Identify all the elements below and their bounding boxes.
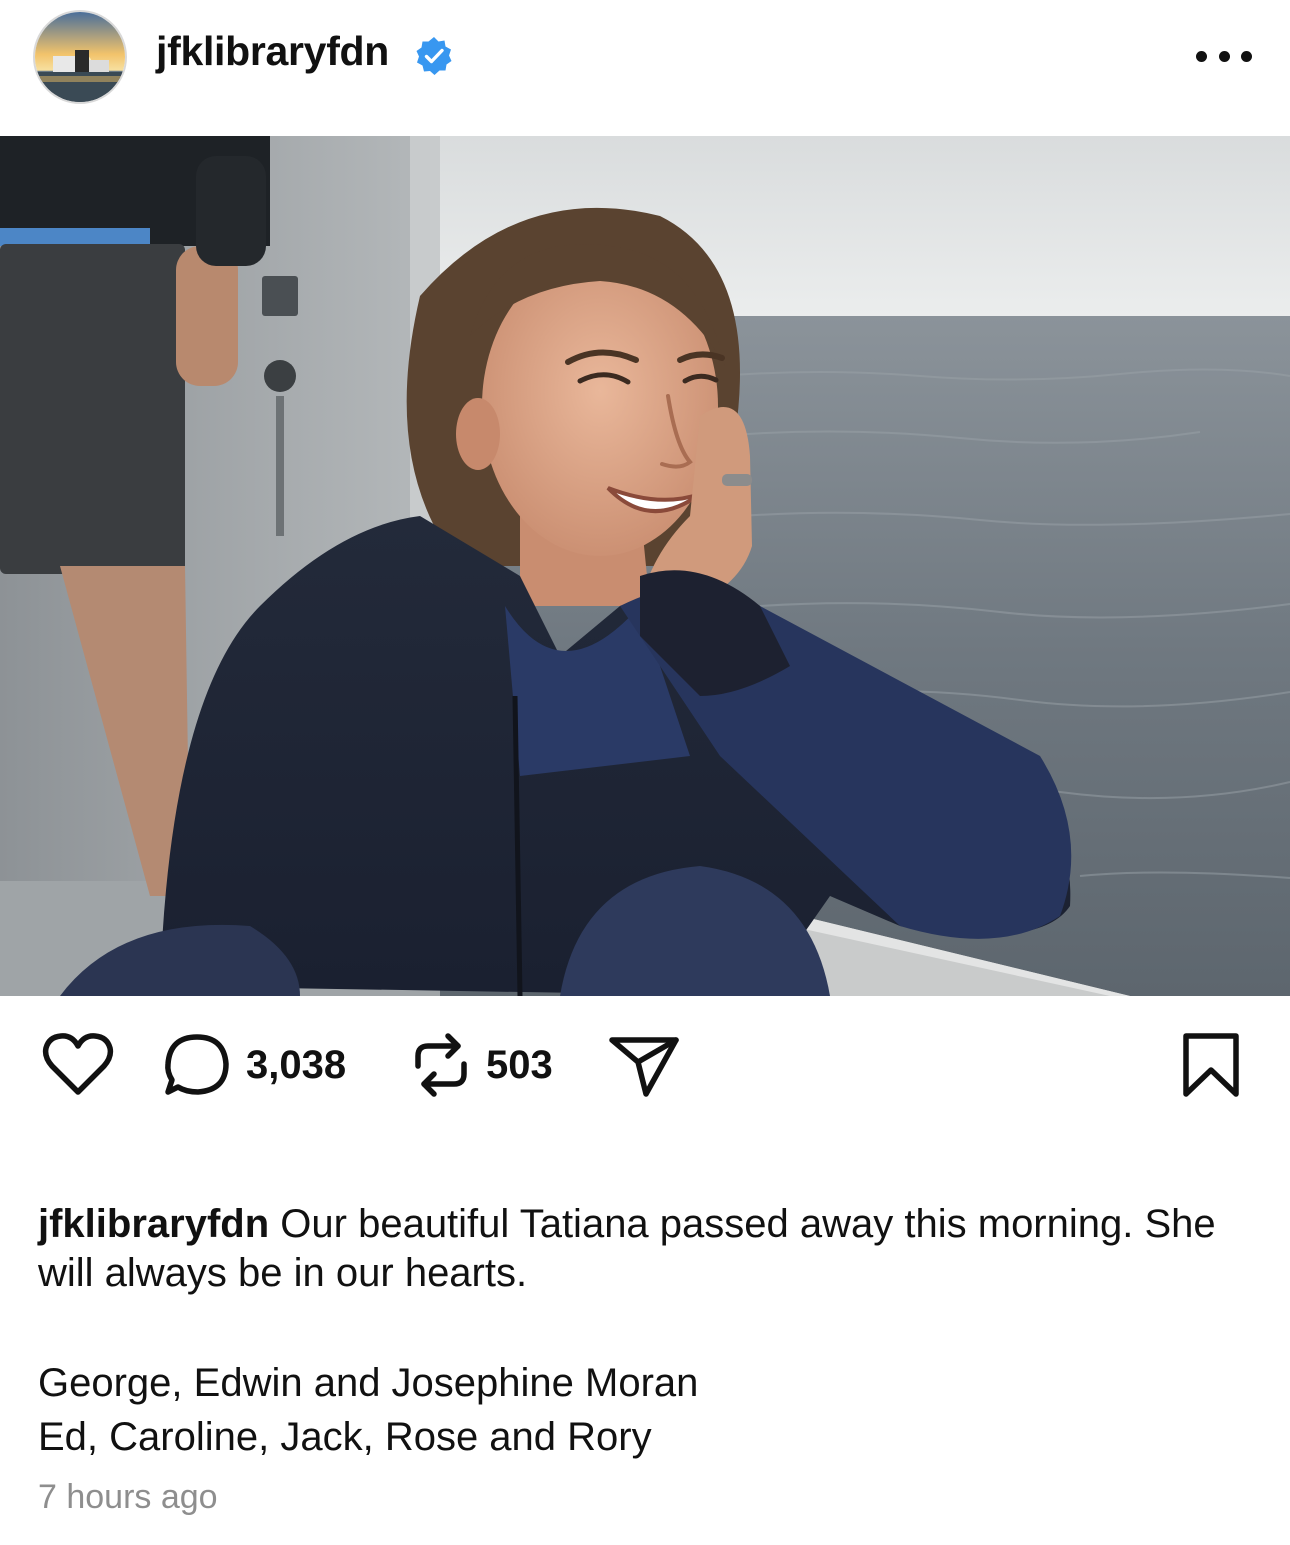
caption: jfklibraryfdn Our beautiful Tatiana pass… <box>38 1200 1258 1298</box>
repost-icon <box>415 1033 467 1097</box>
post-card: jfklibraryfdn 3,038 503 jfklibraryfdn Ou… <box>0 0 1290 1545</box>
post-header: jfklibraryfdn <box>0 0 1290 136</box>
share-button[interactable] <box>608 1032 680 1098</box>
heart-icon <box>42 1033 114 1095</box>
repost-button[interactable]: 503 <box>410 1032 553 1098</box>
avatar[interactable] <box>33 10 127 104</box>
reposts-count: 503 <box>486 1042 553 1087</box>
signature-line-2: Ed, Caroline, Jack, Rose and Rory <box>38 1415 652 1459</box>
avatar-image <box>35 12 125 102</box>
caption-username[interactable]: jfklibraryfdn <box>38 1202 269 1246</box>
verified-badge-icon <box>416 37 452 75</box>
post-photo[interactable] <box>0 136 1290 996</box>
post-timestamp: 7 hours ago <box>38 1478 218 1516</box>
comment-icon <box>165 1034 229 1095</box>
more-dots-icon <box>1196 50 1207 62</box>
photo-woman-on-boat <box>0 136 1290 996</box>
send-icon <box>609 1037 679 1097</box>
action-bar: 3,038 503 <box>0 1020 1290 1120</box>
caption-signature: George, Edwin and Josephine Moran Ed, Ca… <box>38 1356 698 1464</box>
signature-line-1: George, Edwin and Josephine Moran <box>38 1361 699 1405</box>
username[interactable]: jfklibraryfdn <box>156 28 389 75</box>
like-button[interactable] <box>42 1032 114 1098</box>
bookmark-icon <box>1183 1033 1239 1097</box>
save-button[interactable] <box>1180 1032 1242 1098</box>
comment-button[interactable]: 3,038 <box>164 1032 346 1098</box>
comments-count: 3,038 <box>246 1042 347 1087</box>
more-options-button[interactable] <box>1196 36 1252 76</box>
